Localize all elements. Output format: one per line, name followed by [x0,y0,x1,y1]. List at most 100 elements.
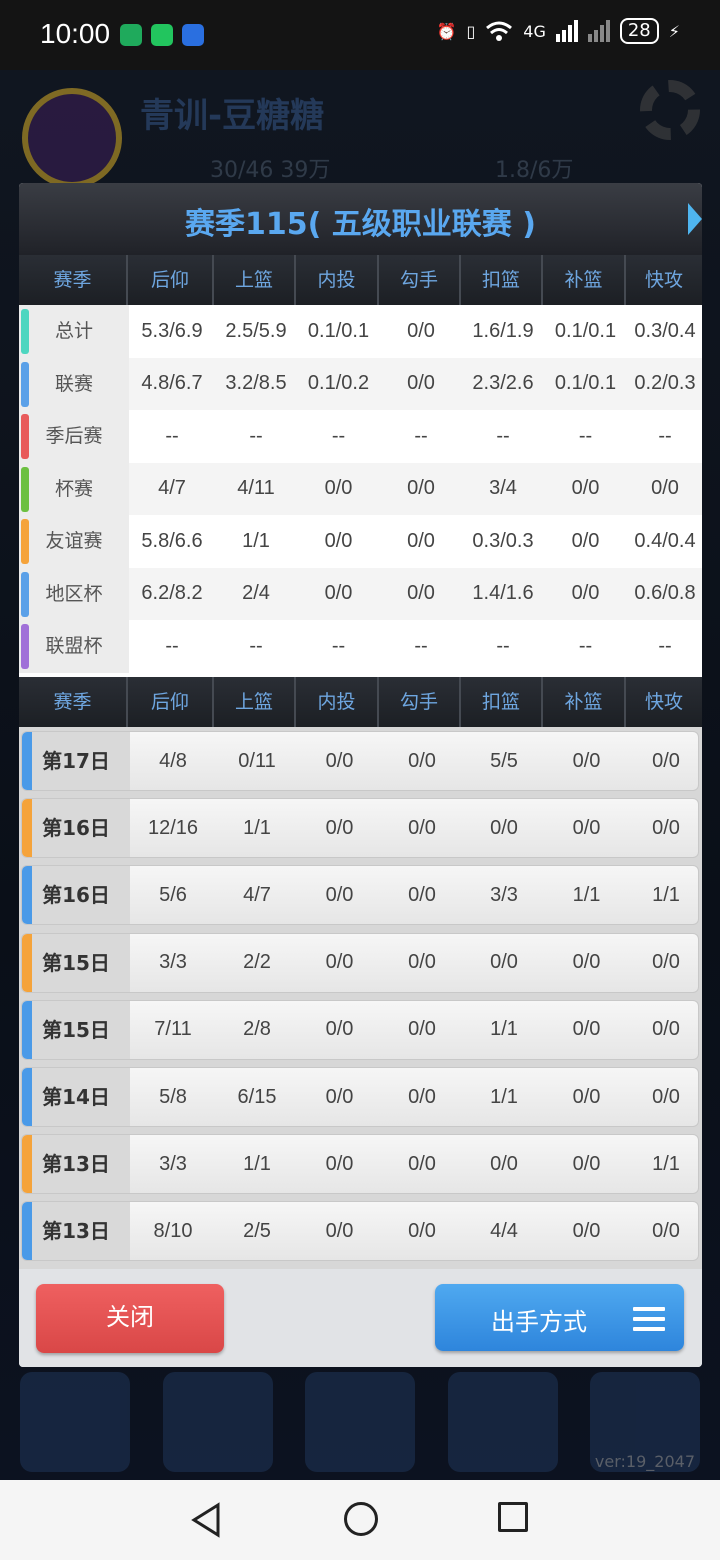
summary-cell: 5.8/6.6 [141,529,203,552]
shot-stats-dialog: 赛季115( 五级职业联赛 ) 赛季 后仰 上篮 内投 勾手 扣篮 补篮 快攻 总计 5.3/6… [19,183,702,1367]
games-col-header: 快攻 [644,691,683,713]
menu-icon [633,1307,665,1331]
summary-cell: -- [414,634,428,657]
game-cell: 0/0 [490,951,518,974]
game-cell: 0/0 [325,1018,354,1041]
summary-cell: 1.6/1.9 [472,319,534,342]
games-table-header: 赛季 后仰 上篮 内投 勾手 扣篮 补篮 快攻 [19,677,702,727]
game-row[interactable]: 第16日 12/16 1/1 0/0 0/0 0/0 0/0 0/0 [21,798,699,859]
game-row[interactable]: 第14日 5/8 6/15 0/0 0/0 1/1 0/0 0/0 [21,1067,699,1127]
game-cell: 4/7 [243,883,271,906]
game-cell: 0/0 [325,1152,354,1175]
games-table[interactable]: 第17日 4/8 0/11 0/0 0/0 5/5 0/0 0/0 第16日 12/16 1/1 0/… [19,727,702,1269]
alarm-icon: ⏰ [436,21,457,41]
summary-row-label: 友谊赛 [19,515,129,568]
summary-cell: 0.3/0.4 [634,319,696,342]
game-row[interactable]: 第17日 4/8 0/11 0/0 0/0 5/5 0/0 0/0 [21,731,699,791]
system-nav-bar [0,1480,720,1560]
games-col-header: 勾手 [379,677,461,727]
game-cell: 1/1 [652,1152,680,1175]
shot-type-label: 出手方式 [491,1308,587,1336]
summary-col-header: 快攻 [644,269,683,291]
game-cell: 2/5 [243,1219,271,1242]
game-type-color-bar [22,1068,32,1126]
nav-tile [162,1372,273,1472]
summary-cell: 0.4/0.4 [634,529,696,552]
nav-tile [20,1372,130,1472]
game-cell: 0/0 [490,816,518,839]
summary-cell: -- [658,634,672,657]
game-cell: 0/0 [490,1152,518,1175]
summary-cell: 0/0 [324,582,353,605]
category-color-bar [21,414,29,459]
game-row[interactable]: 第13日 3/3 1/1 0/0 0/0 0/0 0/0 1/1 [21,1134,699,1195]
summary-row: 联盟杯 -- -- -- -- -- -- -- [19,620,702,673]
summary-cell: -- [331,634,346,657]
summary-table-header: 赛季 后仰 上篮 内投 勾手 扣篮 补篮 快攻 [19,255,702,305]
summary-cell: -- [496,634,510,657]
game-day-label: 第15日 [22,933,130,992]
team-name: 青训-豆糖糖 [140,96,325,136]
summary-col-header: 内投 [296,255,379,305]
game-row[interactable]: 第16日 5/6 4/7 0/0 0/0 3/3 1/1 1/1 [21,865,699,926]
game-cell: 5/6 [159,883,187,906]
summary-table: 总计 5.3/6.9 2.5/5.9 0.1/0.1 0/0 1.6/1.9 0.1/0.1… [19,305,702,673]
close-button[interactable]: 关闭 [36,1284,224,1353]
game-cell: 3/3 [159,1152,187,1175]
summary-row: 总计 5.3/6.9 2.5/5.9 0.1/0.1 0/0 1.6/1.9 0.1/0.1… [19,305,702,358]
game-row[interactable]: 第15日 3/3 2/2 0/0 0/0 0/0 0/0 0/0 [21,932,699,993]
summary-cell: 4/11 [237,477,275,500]
game-cell: 6/15 [237,1085,277,1108]
game-cell: 8/10 [153,1219,193,1242]
summary-cell: 0.1/0.1 [554,319,617,342]
summary-cell: 0.1/0.2 [307,372,370,395]
summary-col-header: 后仰 [128,255,214,305]
game-cell: 7/11 [154,1018,192,1041]
category-color-bar [21,361,29,407]
wechat-icon [151,24,173,46]
game-cell: 1/1 [243,816,271,839]
summary-cell: 0/0 [407,319,435,342]
next-season-arrow-icon[interactable] [688,203,702,235]
game-cell: 2/2 [243,951,271,974]
app-badge-icon [182,24,204,46]
avatar [22,88,122,188]
game-cell: 1/1 [652,883,680,906]
home-icon[interactable] [344,1502,378,1536]
recent-apps-icon[interactable] [498,1502,528,1532]
summary-row: 杯赛 4/7 4/11 0/0 0/0 3/4 0/0 0/0 [19,462,702,515]
game-cell: 0/0 [408,1018,436,1041]
game-row[interactable]: 第13日 8/10 2/5 0/0 0/0 4/4 0/0 0/0 [21,1201,699,1262]
summary-cell: 0.1/0.1 [307,319,370,342]
summary-row-label: 联赛 [19,357,129,410]
summary-cell: 0/0 [571,582,600,605]
game-cell: 5/8 [159,1085,187,1108]
game-cell: 1/1 [572,883,601,906]
summary-row-label: 总计 [19,305,129,358]
game-cell: 0/0 [652,1219,680,1242]
back-icon[interactable] [190,1502,222,1538]
game-cell: 12/16 [147,816,199,839]
wifi-icon [486,21,513,41]
summary-cell: 0/0 [407,582,435,605]
game-row[interactable]: 第15日 7/11 2/8 0/0 0/0 1/1 0/0 0/0 [21,999,699,1060]
game-cell: 0/0 [652,1018,680,1041]
game-type-color-bar [22,933,32,992]
summary-row-label: 杯赛 [19,462,129,515]
game-type-color-bar [22,1000,32,1059]
summary-cell: 6.2/8.2 [141,582,203,605]
summary-col-header: 扣篮 [461,255,543,305]
summary-cell: 0/0 [651,477,679,500]
game-cell: 2/8 [243,1018,271,1041]
game-day-label: 第13日 [22,1135,130,1194]
game-day-label: 第16日 [22,866,130,925]
game-cell: 1/1 [490,1085,518,1108]
summary-cell: -- [658,424,672,447]
game-cell: 0/0 [325,883,354,906]
games-col-header: 后仰 [128,677,214,727]
shot-type-button[interactable]: 出手方式 [435,1284,684,1351]
game-cell: 0/0 [652,951,680,974]
game-cell: 0/0 [572,816,601,839]
summary-cell: -- [331,424,346,447]
category-color-bar [21,309,29,354]
